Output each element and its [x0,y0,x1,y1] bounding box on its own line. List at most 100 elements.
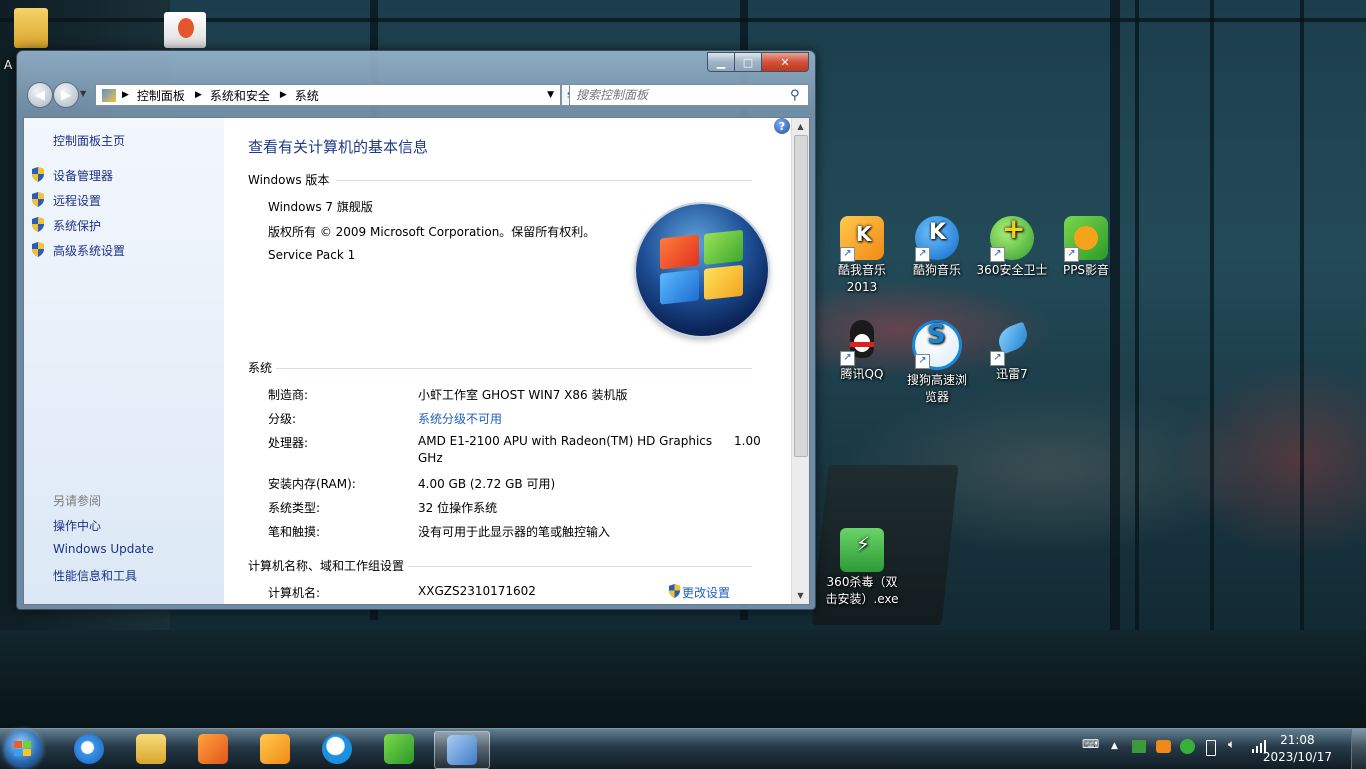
keyboard-icon[interactable]: ⌨ [1082,737,1099,757]
rating-label: 分级: [268,412,297,426]
clock-time: 21:08 [1280,733,1315,747]
address-bar[interactable]: ▶ 控制面板 ▶ 系统和安全 ▶ 系统 ▼ [95,84,561,106]
action-center-link[interactable]: 操作中心 [53,517,101,534]
breadcrumb-control-panel[interactable]: 控制面板 [137,87,185,104]
system-heading: 系统 [248,361,273,375]
360sd-installer-icon: ⚡ [840,528,884,572]
desktop-icon-label: 酷我音乐 2013 [837,263,886,294]
kuwo-icon [260,734,290,764]
scroll-up-icon[interactable]: ▲ [792,118,809,135]
network-monitor-icon[interactable] [1132,740,1146,753]
windows-update-link[interactable]: Windows Update [53,542,154,556]
taskbar-control-panel[interactable] [434,731,490,769]
edition-copyright: 版权所有 © 2009 Microsoft Corporation。保留所有权利… [268,225,596,239]
desktop-icon-pps[interactable]: ↗ PPS影音 [1046,216,1126,279]
recent-pages-chevron-icon[interactable]: ▼ [80,89,86,98]
breadcrumb-separator-icon[interactable]: ▶ [280,90,287,100]
windows-edition-heading: Windows 版本 [248,173,330,187]
taskbar-kuwo[interactable] [248,731,302,767]
show-desktop-button[interactable] [1351,729,1366,769]
close-button[interactable]: ✕ [762,52,809,72]
system-window[interactable]: ▁ □ ✕ ◀ ▶ ▼ ▶ 控制面板 ▶ 系统和安全 ▶ 系统 ▼ ⇆ ⚲ 控制… [16,50,816,610]
window-content: 控制面板主页 设备管理器 远程设置 系统保护 高级系统设置 另请参阅 操作中心 … [23,117,810,605]
presentation-app-icon[interactable] [164,12,206,48]
internet-explorer-icon [74,734,104,764]
desktop-icon-360sd[interactable]: ⚡ 360杀毒（双 击安装）.exe [822,528,902,608]
pen-touch-value: 没有可用于此显示器的笔或触控输入 [418,525,611,539]
taskbar-explorer[interactable] [124,731,178,767]
shortcut-arrow-icon: ↗ [915,247,930,262]
volume-icon[interactable]: 🔈︎ [1228,737,1235,757]
system-type-label: 系统类型: [268,501,321,515]
desktop-icon-360safe[interactable]: + ↗ 360安全卫士 [972,215,1052,279]
wallpaper-window-frame [1135,0,1139,640]
taskbar-media-player[interactable] [186,731,240,767]
processor-value: AMD E1-2100 APU with Radeon(TM) HD Graph… [418,434,713,448]
taskbar-ie[interactable] [62,731,116,767]
scroll-down-icon[interactable]: ▼ [792,587,809,604]
kuwo-tray-icon[interactable] [1156,740,1171,753]
address-dropdown-icon[interactable]: ▼ [547,90,554,100]
desktop-icon-qq[interactable]: ↗ 腾讯QQ [822,320,902,383]
uac-shield-icon [32,192,44,207]
kuwo-icon: K ↗ [840,216,884,262]
desktop-icon-xunlei[interactable]: ↗ 迅雷7 [972,320,1052,383]
qq-penguin-icon: ↗ [840,320,884,366]
performance-info-link[interactable]: 性能信息和工具 [53,567,137,584]
wallpaper-window-frame [1300,0,1304,640]
clock-date: 2023/10/17 [1262,750,1332,764]
folder-icon[interactable] [14,8,48,48]
help-button[interactable]: ? [774,118,790,134]
media-player-icon [198,734,228,764]
shortcut-arrow-icon: ↗ [1064,247,1079,262]
breadcrumb-separator-icon[interactable]: ▶ [122,90,129,100]
desktop-icon-kuwo[interactable]: K ↗ 酷我音乐 2013 [822,216,902,296]
manufacturer-label: 制造商: [268,388,309,402]
search-input[interactable] [574,87,790,103]
tray-expand-icon[interactable]: ▲ [1111,741,1118,761]
device-manager-link[interactable]: 设备管理器 [53,167,113,184]
control-panel-home-link[interactable]: 控制面板主页 [53,132,125,149]
battery-icon[interactable] [1206,740,1216,756]
system-clock[interactable]: 21:08 2023/10/17 [1263,732,1332,766]
desktop-icon-sogou[interactable]: S ↗ 搜狗高速浏 览器 [897,320,977,406]
uac-shield-icon [668,584,681,598]
shortcut-arrow-icon: ↗ [840,351,855,366]
taskbar: ⌨ ▲ 🔈︎ 21:08 2023/10/17 [0,728,1366,769]
search-icon[interactable]: ⚲ [790,88,800,103]
kugou-icon: K ↗ [915,216,959,262]
breadcrumb-system-security[interactable]: 系统和安全 [210,87,270,104]
system-info-panel: ? 查看有关计算机的基本信息 Windows 版本 Windows 7 旗舰版 … [224,118,792,604]
desktop-icon-label: 360安全卫士 [976,263,1048,277]
taskbar-sogou[interactable] [310,731,364,767]
back-button[interactable]: ◀ [27,82,53,108]
ram-label: 安装内存(RAM): [268,477,356,491]
360safe-icon: + ↗ [990,215,1034,262]
windows-logo [636,204,768,336]
minimize-button[interactable]: ▁ [707,52,735,72]
breadcrumb-separator-icon[interactable]: ▶ [195,90,202,100]
processor-speed-value: 1.00 [734,434,761,448]
advanced-system-settings-link[interactable]: 高级系统设置 [53,242,125,259]
breadcrumb-system[interactable]: 系统 [295,87,319,104]
forward-button[interactable]: ▶ [53,82,79,108]
scrollbar-thumb[interactable] [794,135,808,457]
search-box: ⚲ [569,84,809,106]
remote-settings-link[interactable]: 远程设置 [53,192,101,209]
taskbar-pps[interactable] [372,731,426,767]
folder-icon [136,734,166,764]
desktop-icon-label: 搜狗高速浏 览器 [906,373,967,404]
desktop-icon-label: 360杀毒（双 击安装）.exe [825,575,899,606]
start-button[interactable] [4,730,42,768]
system-protection-link[interactable]: 系统保护 [53,217,101,234]
360-tray-icon[interactable] [1180,739,1195,754]
desktop-icon-label: 酷狗音乐 [912,263,961,277]
sogou-icon: S ↗ [912,320,962,370]
vertical-scrollbar[interactable]: ▲ ▼ [791,118,809,604]
desktop-icon-kugou[interactable]: K ↗ 酷狗音乐 [897,216,977,279]
maximize-button[interactable]: □ [735,52,762,72]
service-pack: Service Pack 1 [268,248,356,262]
close-icon: ✕ [780,55,790,69]
rating-value-link[interactable]: 系统分级不可用 [418,410,502,427]
change-settings-link[interactable]: 更改设置 [682,584,730,601]
